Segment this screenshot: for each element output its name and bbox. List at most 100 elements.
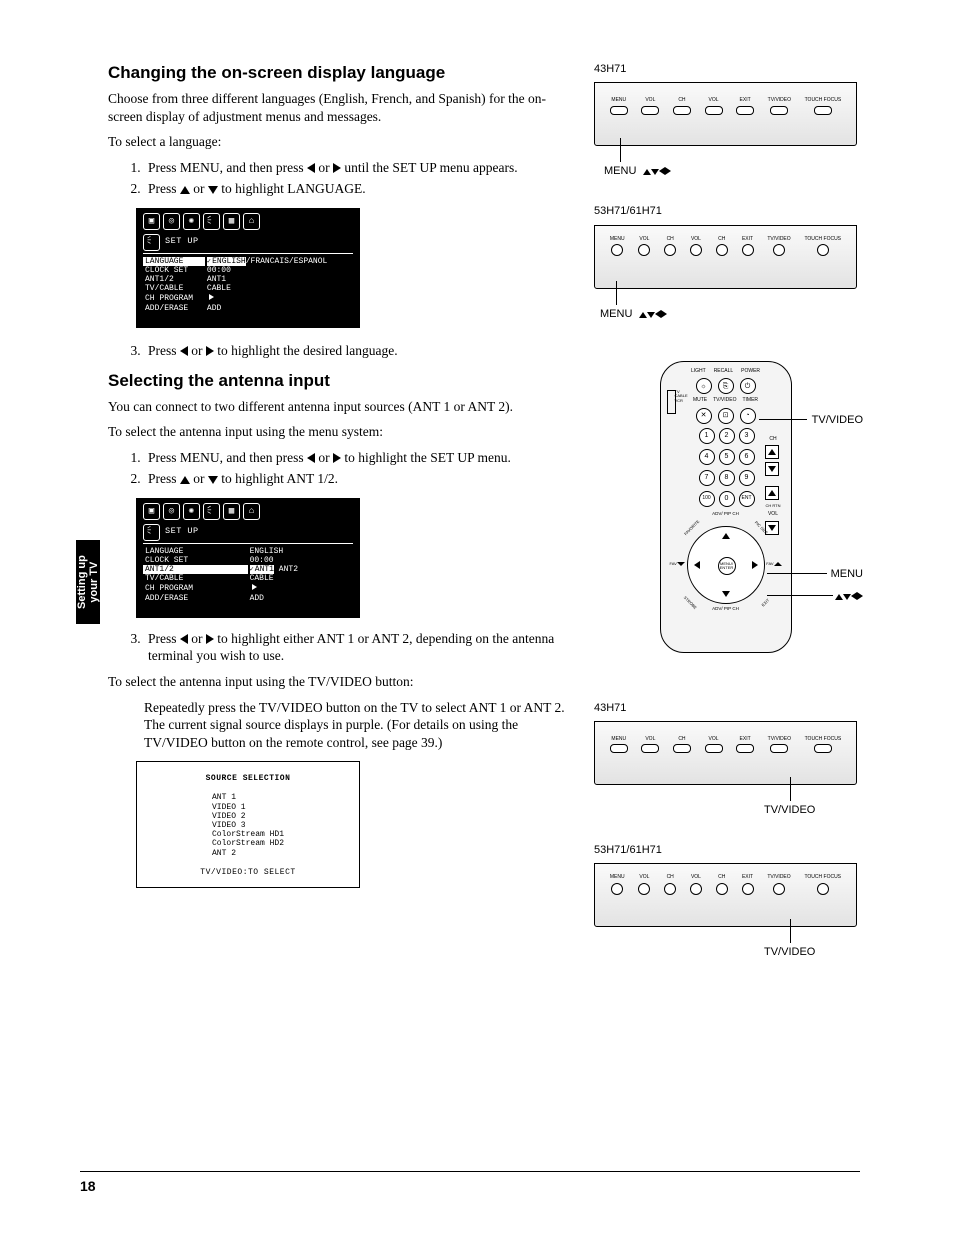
tv-front-panel-43h71: MENU VOL CH VOL EXIT TV/VIDEO TOUCH FOCUS: [594, 82, 857, 146]
panel-button[interactable]: MENU: [610, 874, 625, 895]
up-arrow-icon: [835, 594, 843, 600]
lang-step-3: Press or to highlight the desired langua…: [144, 342, 570, 360]
panel-button[interactable]: VOL: [641, 97, 659, 115]
panel-button[interactable]: CH: [673, 736, 691, 754]
panel-button[interactable]: VOL: [638, 236, 650, 257]
osd-tab-icon: ▦: [223, 503, 240, 520]
ant-step-2: Press or to highlight ANT 1/2.: [144, 470, 570, 488]
dpad-corner: FAVORITE: [683, 519, 700, 536]
intro-antenna: You can connect to two different antenna…: [108, 398, 570, 416]
main-text-column: Changing the on-screen display language …: [108, 62, 570, 999]
osd-tab-icon: 🗧: [203, 503, 220, 520]
remote-label: TV/VIDEO: [713, 397, 736, 404]
source-item: ColorStream HD1: [212, 830, 284, 839]
model-label: 53H71/61H71: [594, 843, 863, 857]
panel-button[interactable]: VOL: [705, 736, 723, 754]
vol-up-button[interactable]: [765, 486, 779, 500]
numpad-button[interactable]: 2: [719, 428, 735, 444]
menu-enter-button[interactable]: MENU/ ENTER: [718, 557, 736, 575]
panel-button[interactable]: MENU: [610, 736, 628, 754]
callout-tvvideo: TV/VIDEO: [764, 804, 815, 816]
mute-button[interactable]: ✕: [696, 408, 712, 424]
numpad-button[interactable]: 1: [699, 428, 715, 444]
light-button[interactable]: ☼: [696, 378, 712, 394]
panel-button[interactable]: MENU: [610, 97, 628, 115]
side-tab: Setting up your TV: [76, 540, 100, 624]
panel-button[interactable]: CH: [673, 97, 691, 115]
heading-language: Changing the on-screen display language: [108, 62, 570, 84]
left-arrow-icon: [307, 453, 315, 463]
dpad-up-icon: [722, 533, 730, 539]
panel-button[interactable]: TV/VIDEO: [767, 874, 790, 895]
panel-button[interactable]: CH: [664, 236, 676, 257]
osd-tab-icon: ▣: [143, 503, 160, 520]
numpad-button[interactable]: 0: [719, 491, 735, 507]
panel-button[interactable]: CH: [716, 874, 728, 895]
panel-button[interactable]: VOL: [641, 736, 659, 754]
tv-front-panel-53h71: MENU VOL CH VOL CH EXIT TV/VIDEO TOUCH FOCUS: [594, 225, 857, 289]
osd-setup-language: ▣ ◎ ✺ 🗧 ▦ ⌂ 🗧 SET UP LANGUAGEENGLISH/FRA…: [136, 208, 360, 328]
panel-button[interactable]: CH: [664, 874, 676, 895]
panel-button[interactable]: VOL: [638, 874, 650, 895]
right-arrow-icon: [333, 163, 341, 173]
panel-button[interactable]: TV/VIDEO: [768, 97, 791, 115]
source-item: VIDEO 1: [212, 803, 284, 812]
panel-button[interactable]: VOL: [690, 236, 702, 257]
recall-button[interactable]: ⎘: [718, 378, 734, 394]
numpad-button[interactable]: 7: [699, 470, 715, 486]
osd-title: SET UP: [165, 527, 199, 537]
model-label: 43H71: [594, 701, 863, 715]
dpad[interactable]: MENU/ ENTER FAVORITE PIC SIZE STROBE EXI…: [687, 526, 765, 604]
osd-setup-icon: 🗧: [143, 234, 160, 251]
panel-button[interactable]: TV/VIDEO: [768, 736, 791, 754]
panel-button[interactable]: CH: [716, 236, 728, 257]
panel-button[interactable]: VOL: [690, 874, 702, 895]
down-arrow-icon: [208, 476, 218, 484]
up-arrow-icon: [639, 312, 647, 318]
page-number: 18: [80, 1177, 96, 1195]
remote-label: LIGHT: [691, 368, 706, 375]
osd-src-title: SOURCE SELECTION: [143, 774, 353, 783]
ch-up-button[interactable]: [765, 445, 779, 459]
down-arrow-icon: [647, 312, 655, 318]
panel-button[interactable]: MENU: [610, 236, 625, 257]
panel-button[interactable]: TOUCH FOCUS: [804, 874, 841, 895]
panel-button[interactable]: EXIT: [736, 97, 754, 115]
down-arrow-icon: [651, 169, 659, 175]
right-arrow-icon: [857, 592, 863, 600]
panel-button[interactable]: EXIT: [742, 236, 754, 257]
source-item: ANT 1: [212, 793, 284, 802]
osd-setup-icon: 🗧: [143, 524, 160, 541]
lead-antenna-menu: To select the antenna input using the me…: [108, 423, 570, 441]
dpad-right-icon: [752, 561, 758, 569]
osd-source-selection: SOURCE SELECTION ANT 1VIDEO 1VIDEO 2VIDE…: [136, 761, 360, 888]
model-label: 53H71/61H71: [594, 204, 863, 218]
side-tab-l2: your TV: [88, 562, 100, 603]
osd-tab-icon: ▦: [223, 213, 240, 230]
source-item: VIDEO 2: [212, 812, 284, 821]
power-button[interactable]: ⏻: [740, 378, 756, 394]
numpad-button[interactable]: 3: [739, 428, 755, 444]
right-arrow-icon: [333, 453, 341, 463]
osd-title: SET UP: [165, 237, 199, 247]
panel-button[interactable]: TOUCH FOCUS: [804, 236, 841, 257]
panel-button[interactable]: EXIT: [736, 736, 754, 754]
panel-button[interactable]: TOUCH FOCUS: [805, 736, 842, 754]
timer-button[interactable]: ◔: [740, 408, 756, 424]
numpad-button[interactable]: 6: [739, 449, 755, 465]
panel-button[interactable]: VOL: [705, 97, 723, 115]
panel-button[interactable]: TV/VIDEO: [767, 236, 790, 257]
numpad-button[interactable]: 8: [719, 470, 735, 486]
numpad-button[interactable]: 100: [699, 491, 715, 507]
numpad-button[interactable]: 9: [739, 470, 755, 486]
ch-down-button[interactable]: [765, 462, 779, 476]
numpad-button[interactable]: ENT: [739, 491, 755, 507]
dpad-right-lab: FAV: [766, 561, 781, 566]
numpad-button[interactable]: 5: [719, 449, 735, 465]
panel-button[interactable]: EXIT: [742, 874, 754, 895]
osd-tab-icon: ◎: [163, 503, 180, 520]
tv-video-button[interactable]: ⊡: [718, 408, 734, 424]
panel-button[interactable]: TOUCH FOCUS: [805, 97, 842, 115]
callout-menu: MENU: [600, 308, 632, 320]
numpad-button[interactable]: 4: [699, 449, 715, 465]
